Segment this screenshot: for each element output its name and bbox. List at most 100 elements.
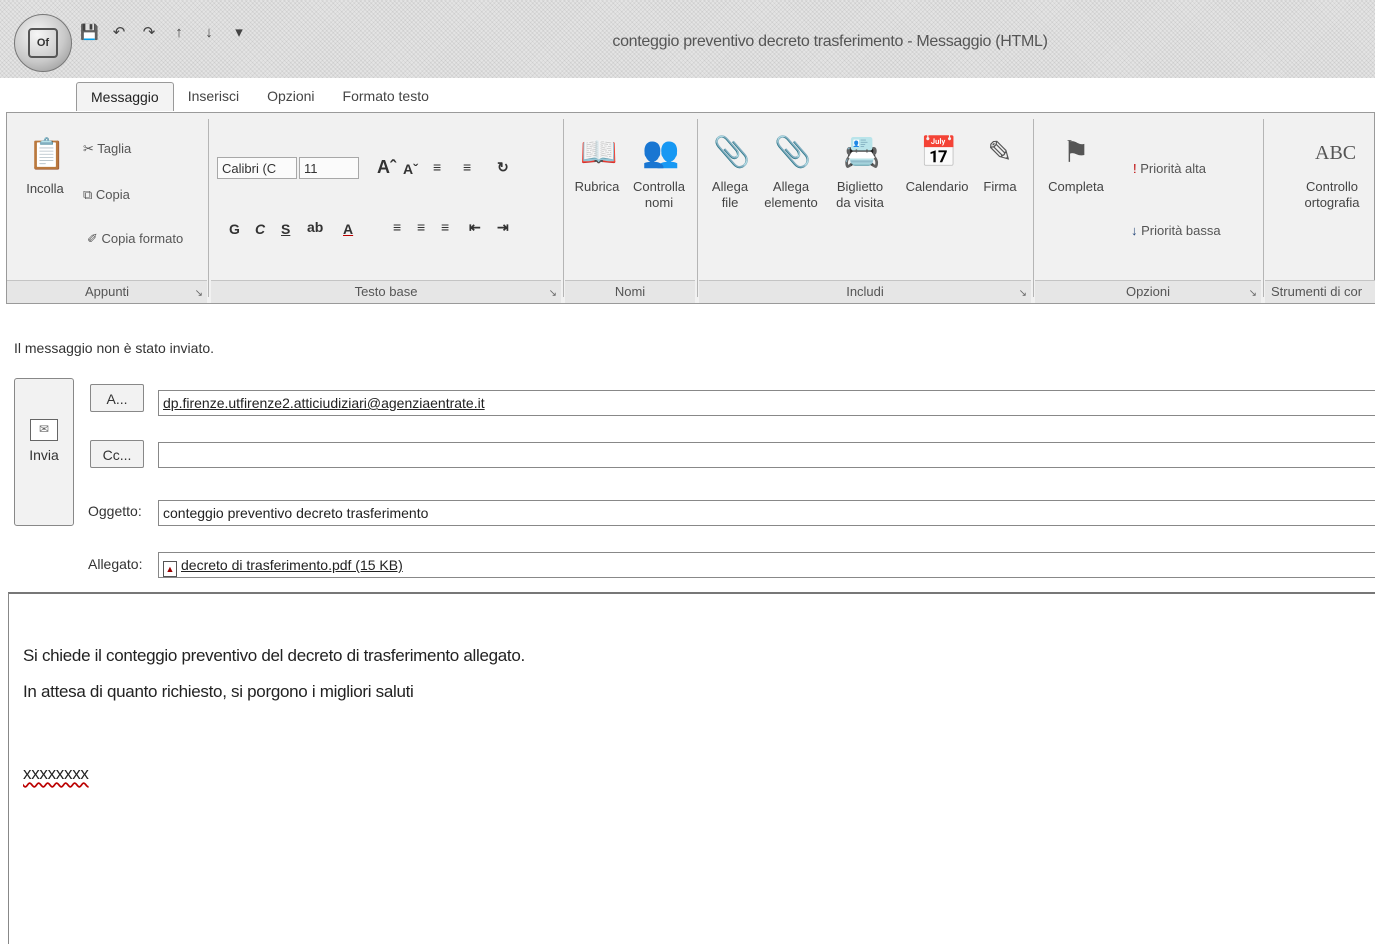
rubrica-button[interactable]: 📖 Rubrica xyxy=(567,133,627,195)
format-painter-label: Copia formato xyxy=(101,231,184,246)
highlight-icon[interactable]: ab xyxy=(307,219,323,235)
decrease-indent-icon[interactable]: ⇤ xyxy=(469,219,481,236)
follow-up-button[interactable]: ⚑ Completa xyxy=(1039,133,1113,195)
customize-icon[interactable]: ▾ xyxy=(230,24,248,42)
attach-file-button[interactable]: 📎 Allega file xyxy=(703,133,757,211)
bold-button[interactable]: G xyxy=(229,221,240,237)
cut-label: Taglia xyxy=(97,141,132,156)
attachment-label: Allegato: xyxy=(88,556,143,572)
flag-icon: ⚑ xyxy=(1062,136,1090,169)
group-opzioni: ⚑ Completa ! Priorità alta ↓ Priorità ba… xyxy=(1035,113,1261,303)
subject-field[interactable]: conteggio preventivo decreto trasferimen… xyxy=(158,500,1375,526)
separator xyxy=(563,119,564,297)
attach-item-icon: 📎 xyxy=(774,136,812,169)
tab-formato-testo[interactable]: Formato testo xyxy=(329,82,443,111)
spelling-button[interactable]: ABC Controllo ortografia xyxy=(1289,133,1375,211)
attachment-file[interactable]: decreto di trasferimento.pdf (15 KB) xyxy=(181,557,403,573)
attach-item-button[interactable]: 📎 Allega elemento xyxy=(759,133,823,211)
dialog-launcher-icon[interactable]: ↘ xyxy=(1019,288,1027,299)
group-strumenti: ABC Controllo ortografia Strumenti di co… xyxy=(1265,113,1375,303)
copy-icon: ⧉ xyxy=(83,187,93,202)
exclamation-icon: ! xyxy=(1133,161,1137,176)
signature-button[interactable]: ✎ Firma xyxy=(975,133,1025,195)
business-card-icon: 📇 xyxy=(843,136,881,169)
align-right-icon[interactable]: ≡ xyxy=(441,219,449,235)
paste-label: Incolla xyxy=(26,181,64,196)
attach-file-label: Allega xyxy=(711,179,749,194)
group-label-nomi: Nomi xyxy=(565,280,695,303)
format-painter-button[interactable]: ✐ Copia formato xyxy=(87,231,183,247)
high-priority-label: Priorità alta xyxy=(1140,161,1206,176)
align-center-icon[interactable]: ≡ xyxy=(417,219,425,235)
copy-button[interactable]: ⧉ Copia xyxy=(83,187,130,203)
envelope-icon: ✉ xyxy=(30,419,58,441)
calendar-button[interactable]: 📅 Calendario xyxy=(899,133,975,195)
office-button[interactable]: Of xyxy=(14,14,72,72)
font-size-select[interactable]: 11 xyxy=(299,157,359,179)
follow-up-label: Completa xyxy=(1048,179,1104,194)
group-appunti: 📋 Incolla ✂ Taglia ⧉ Copia ✐ Copia forma… xyxy=(7,113,207,303)
increase-indent-icon[interactable]: ⇥ xyxy=(497,219,509,236)
cut-button[interactable]: ✂ Taglia xyxy=(83,141,131,157)
check-names-label: Controlla xyxy=(632,179,686,194)
check-names-button[interactable]: 👥 Controlla nomi xyxy=(627,133,691,211)
redo-icon[interactable]: ↷ xyxy=(140,24,158,42)
send-button[interactable]: ✉ Invia xyxy=(14,378,74,526)
undo-icon[interactable]: ↶ xyxy=(110,24,128,42)
to-field[interactable]: dp.firenze.utfirenze2.atticiudiziari@age… xyxy=(158,390,1375,416)
copy-label: Copia xyxy=(95,187,130,202)
clear-format-icon[interactable]: ↻ xyxy=(497,159,509,176)
message-body[interactable]: Si chiede il conteggio preventivo del de… xyxy=(8,592,1375,944)
shrink-font-icon[interactable]: Aˇ xyxy=(403,161,418,177)
tab-messaggio[interactable]: Messaggio xyxy=(76,82,174,111)
paste-button[interactable]: 📋 Incolla xyxy=(15,135,75,197)
scissors-icon: ✂ xyxy=(83,141,94,156)
business-card-label-2: da visita xyxy=(836,195,884,210)
ribbon: 📋 Incolla ✂ Taglia ⧉ Copia ✐ Copia forma… xyxy=(6,112,1375,304)
address-book-icon: 📖 xyxy=(580,136,618,169)
to-recipient[interactable]: dp.firenze.utfirenze2.atticiudiziari@age… xyxy=(163,395,485,411)
business-card-label: Biglietto xyxy=(836,179,884,194)
numbering-icon[interactable]: ≡ xyxy=(463,159,471,175)
rubrica-label: Rubrica xyxy=(574,179,620,194)
up-arrow-icon[interactable]: ↑ xyxy=(170,24,188,42)
italic-button[interactable]: C xyxy=(255,221,265,237)
group-label-appunti: Appunti xyxy=(7,280,207,303)
calendar-label: Calendario xyxy=(905,179,969,194)
title-bar: Of 💾 ↶ ↷ ↑ ↓ ▾ conteggio preventivo decr… xyxy=(0,0,1375,78)
low-priority-button[interactable]: ↓ Priorità bassa xyxy=(1131,223,1221,238)
tab-opzioni[interactable]: Opzioni xyxy=(253,82,328,111)
paperclip-icon: 📎 xyxy=(713,136,751,169)
signature-icon: ✎ xyxy=(987,136,1013,169)
dialog-launcher-icon[interactable]: ↘ xyxy=(549,288,557,299)
down-arrow-icon[interactable]: ↓ xyxy=(200,24,218,42)
clipboard-icon: 📋 xyxy=(28,138,66,171)
dialog-launcher-icon[interactable]: ↘ xyxy=(1249,288,1257,299)
high-priority-button[interactable]: ! Priorità alta xyxy=(1133,161,1206,176)
business-card-button[interactable]: 📇 Biglietto da visita xyxy=(823,133,897,211)
group-label-includi: Includi xyxy=(699,280,1031,303)
attach-item-label: Allega xyxy=(772,179,810,194)
check-names-icon: 👥 xyxy=(642,136,680,169)
align-left-icon[interactable]: ≡ xyxy=(393,219,401,235)
bullets-icon[interactable]: ≡ xyxy=(433,159,441,175)
attach-file-label-2: file xyxy=(721,195,739,210)
signature-label: Firma xyxy=(983,179,1017,194)
to-button[interactable]: A... xyxy=(90,384,144,412)
info-bar: Il messaggio non è stato inviato. xyxy=(14,340,215,356)
attachment-field: ▲ decreto di trasferimento.pdf (15 KB) xyxy=(158,552,1375,578)
send-label: Invia xyxy=(29,447,59,463)
save-icon[interactable]: 💾 xyxy=(80,24,99,42)
cc-field[interactable] xyxy=(158,442,1375,468)
brush-icon: ✐ xyxy=(87,231,98,246)
tab-inserisci[interactable]: Inserisci xyxy=(174,82,253,111)
subject-label: Oggetto: xyxy=(88,503,142,519)
font-name-select[interactable]: Calibri (C xyxy=(217,157,297,179)
underline-button[interactable]: S xyxy=(281,221,290,237)
font-color-icon[interactable]: A xyxy=(343,221,353,237)
grow-font-icon[interactable]: Aˆ xyxy=(377,157,396,178)
dialog-launcher-icon[interactable]: ↘ xyxy=(195,288,203,299)
cc-button[interactable]: Cc... xyxy=(90,440,144,468)
attach-item-label-2: elemento xyxy=(764,195,818,210)
pdf-icon: ▲ xyxy=(163,561,177,577)
